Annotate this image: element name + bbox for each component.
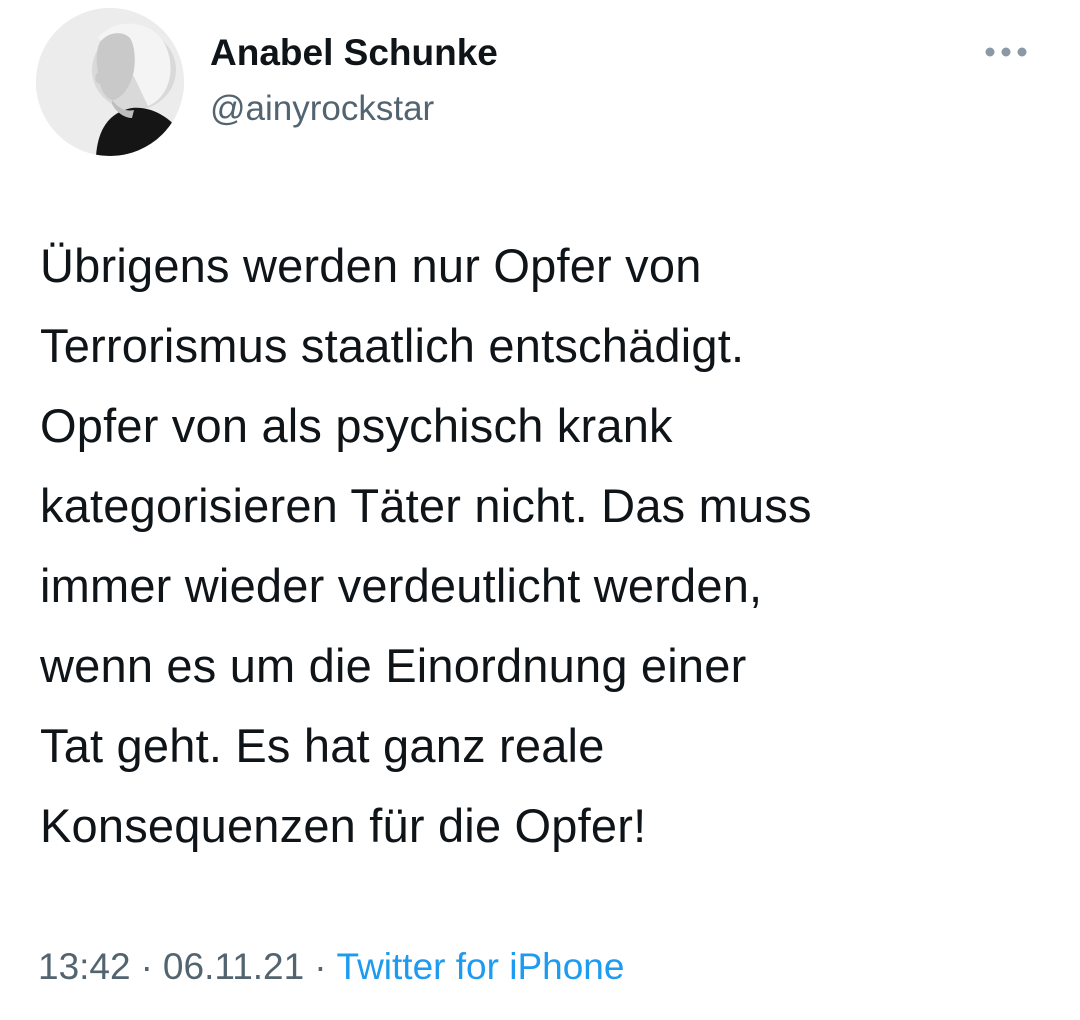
more-options-icon <box>985 47 1027 57</box>
user-avatar[interactable] <box>36 8 184 156</box>
separator-dot: · <box>140 946 153 987</box>
tweet-source-link[interactable]: Twitter for iPhone <box>337 946 625 987</box>
tweet-time[interactable]: 13:42 <box>38 946 131 987</box>
display-name[interactable]: Anabel Schunke <box>210 30 498 76</box>
more-options-button[interactable] <box>978 34 1034 70</box>
user-handle[interactable]: @ainyrockstar <box>210 87 434 131</box>
tweet-date[interactable]: 06.11.21 <box>163 946 304 987</box>
avatar-photo-icon <box>36 8 184 156</box>
tweet-text: Übrigens werden nur Opfer von Terrorismu… <box>40 239 812 852</box>
tweet-card: Anabel Schunke @ainyrockstar Übrigens we… <box>0 0 1080 1020</box>
tweet-metadata: 13:42 · 06.11.21 · Twitter for iPhone <box>38 944 624 990</box>
separator-dot-2: · <box>314 946 327 987</box>
